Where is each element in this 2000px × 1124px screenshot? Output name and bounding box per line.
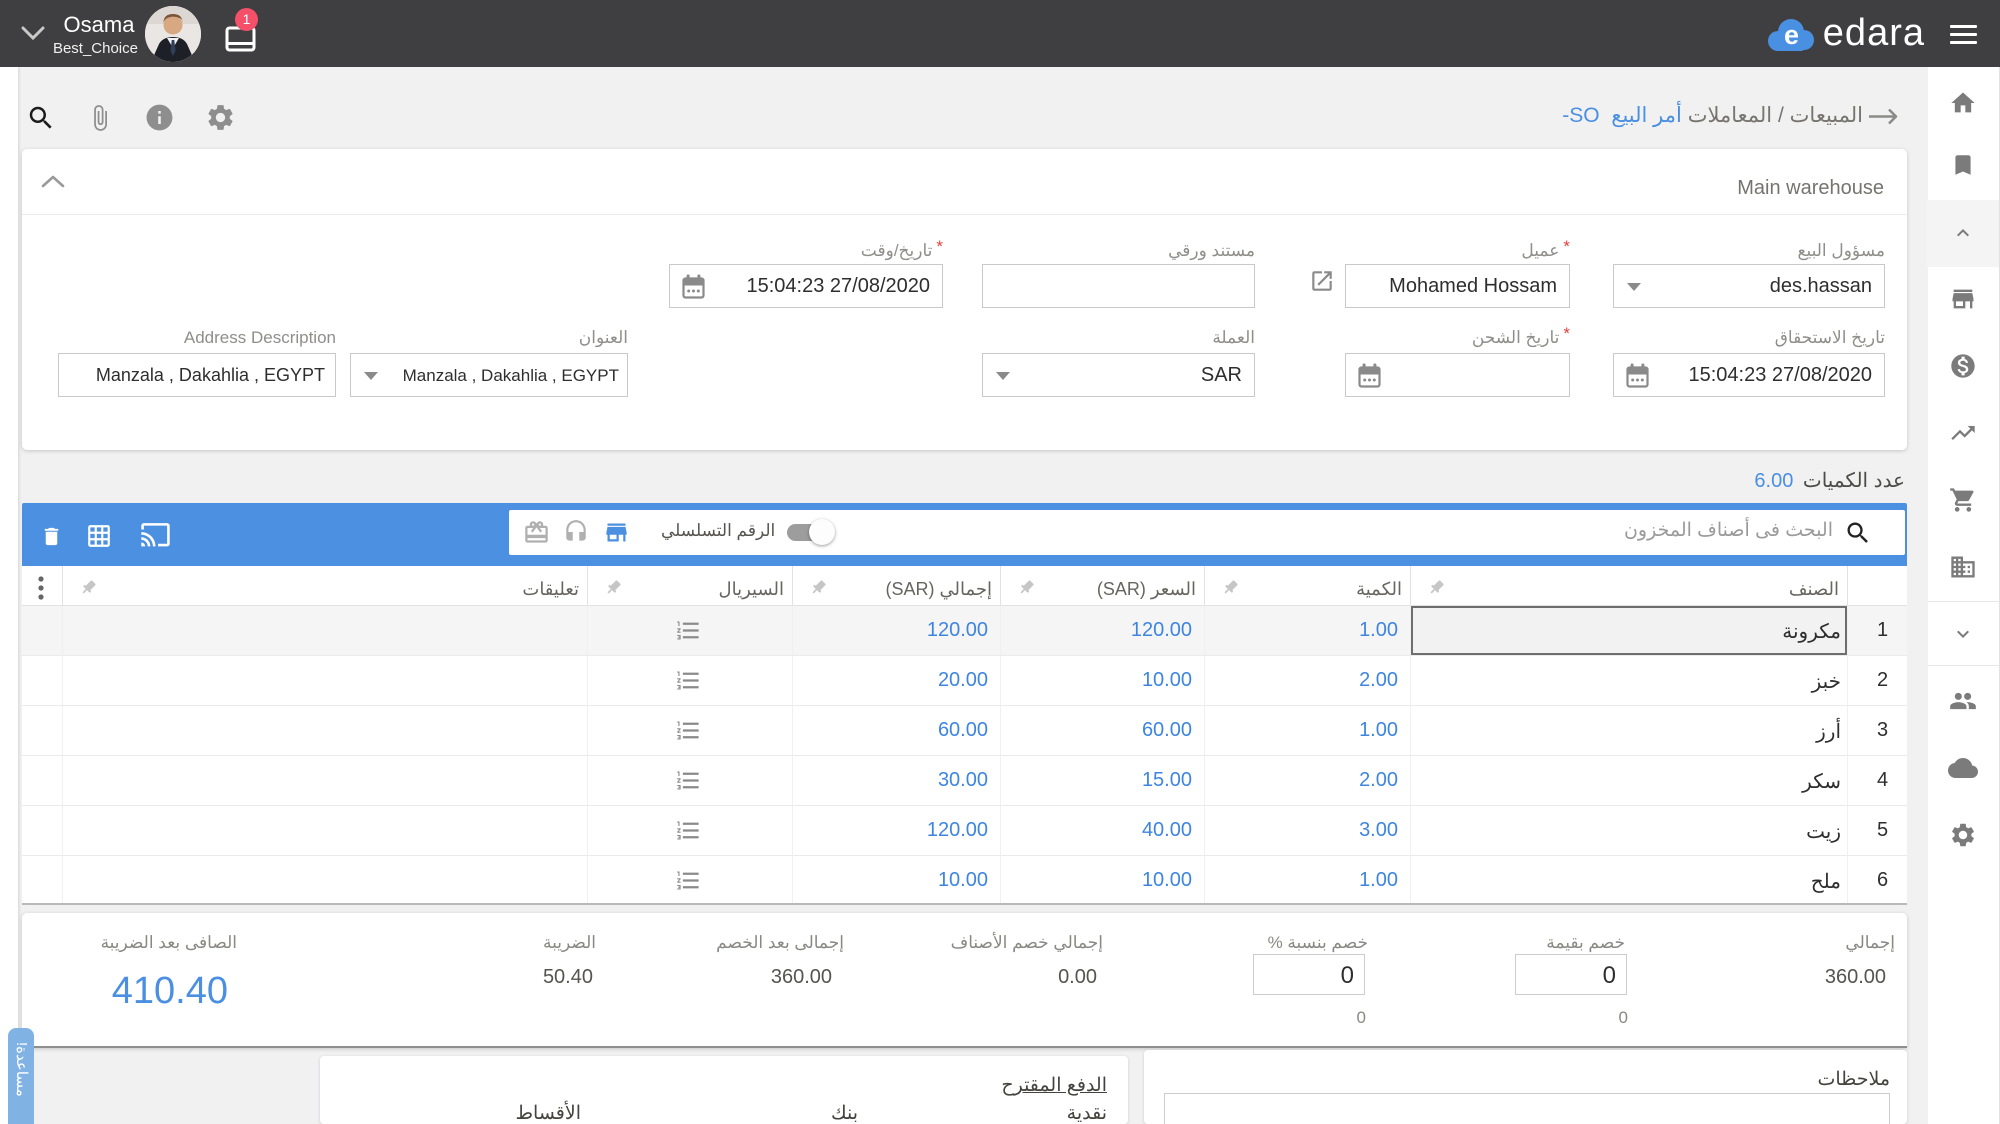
svg-text:e: e bbox=[1784, 20, 1799, 50]
